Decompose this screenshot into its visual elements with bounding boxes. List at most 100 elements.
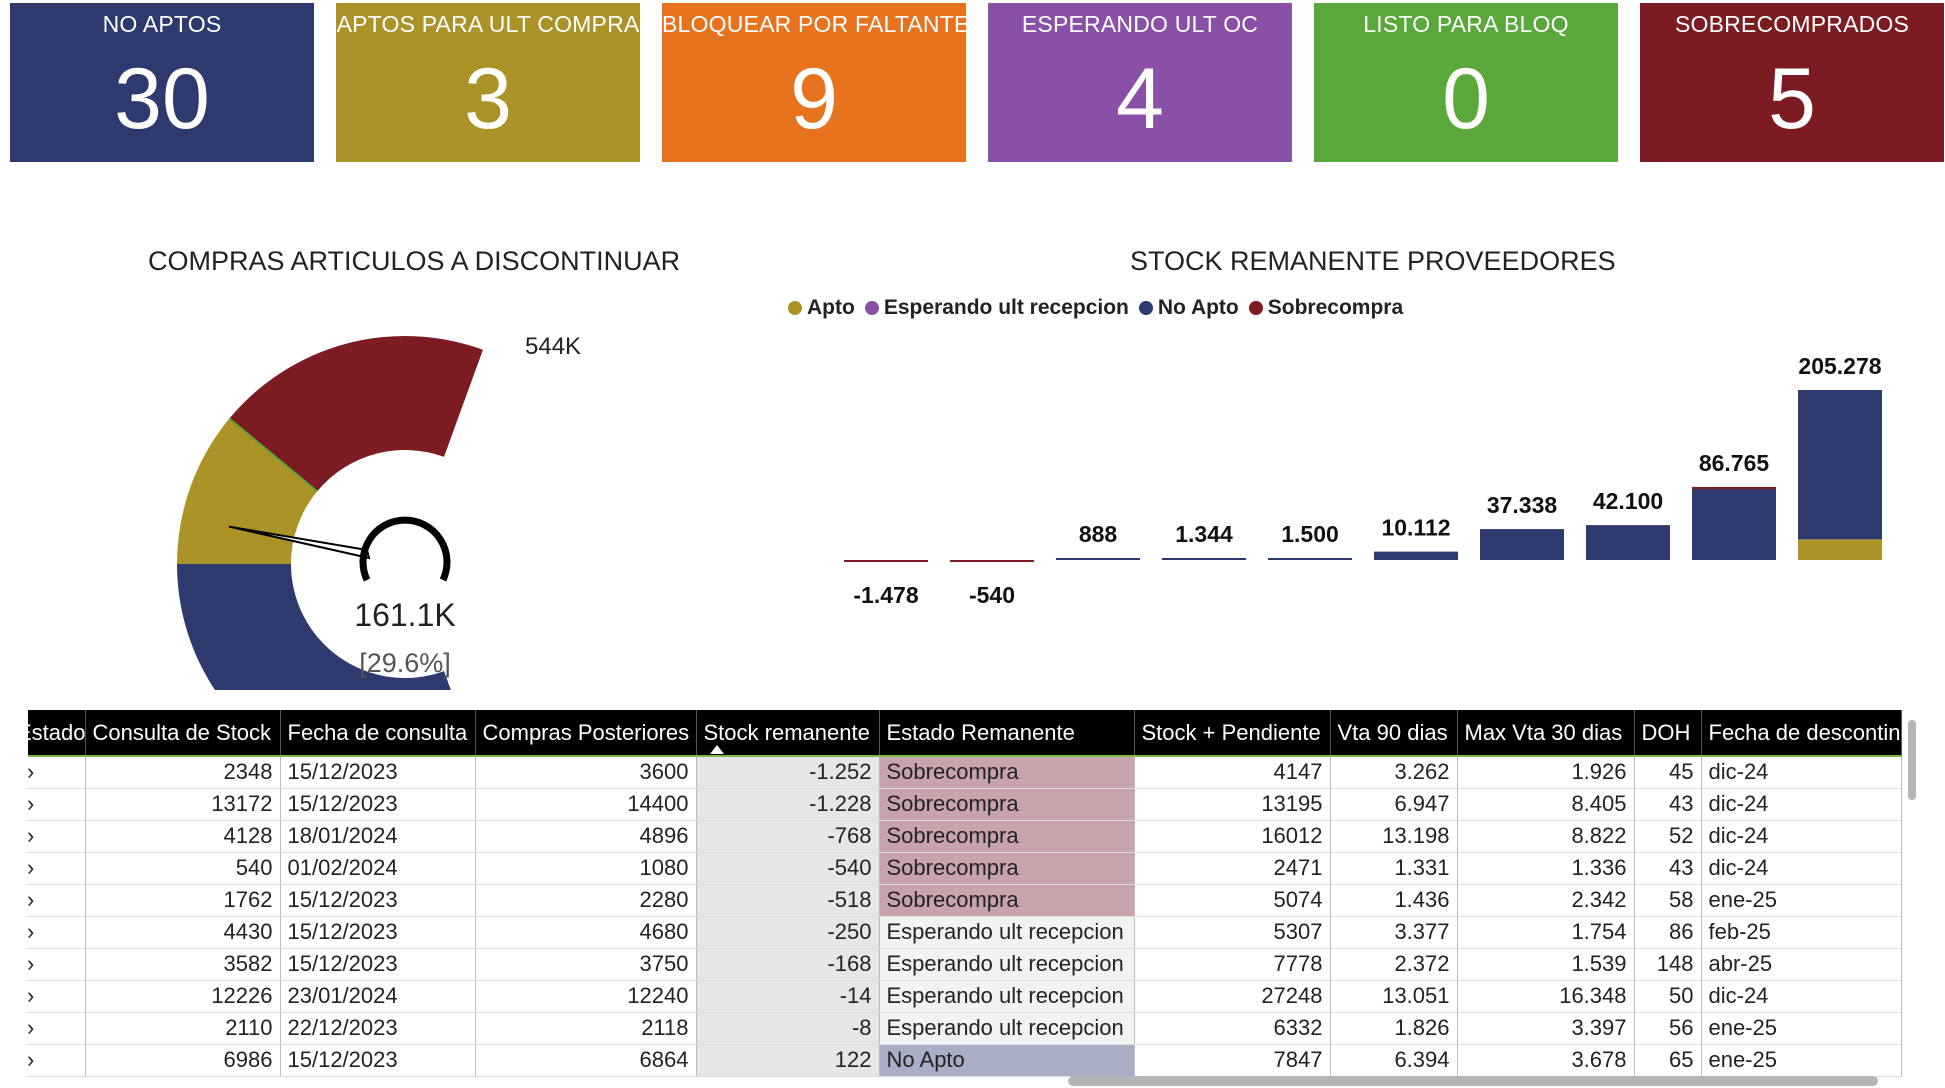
bar-segment xyxy=(1586,525,1670,560)
table-cell: 16012 xyxy=(1134,820,1331,853)
table-cell: › xyxy=(28,1044,86,1077)
bar-segment xyxy=(1268,558,1352,560)
kpi-label: NO APTOS xyxy=(102,11,222,37)
table-row[interactable]: ›1317215/12/202314400-1.228Sobrecompra13… xyxy=(28,788,1902,821)
table-cell: 7778 xyxy=(1134,948,1331,981)
kpi-value: 0 xyxy=(1442,51,1490,147)
table-cell: -518 xyxy=(696,884,880,917)
table-row[interactable]: ›412818/01/20244896-768Sobrecompra160121… xyxy=(28,820,1902,853)
table-cell: 7847 xyxy=(1134,1044,1331,1077)
stacked-bar-chart[interactable]: -1.478 -540 888 1.344 1.500 10.112 37.338 42.10… xyxy=(820,280,1900,700)
table-cell: 15/12/2023 xyxy=(280,948,476,981)
bar-segment xyxy=(1692,488,1776,560)
table-cell: 540 xyxy=(85,852,281,885)
column-header[interactable]: Estado xyxy=(28,710,86,757)
table-cell: 1.926 xyxy=(1457,756,1635,789)
table-cell: 5074 xyxy=(1134,884,1331,917)
column-header[interactable]: Fecha de consulta xyxy=(280,710,476,757)
table-cell: 4430 xyxy=(85,916,281,949)
table-cell: Sobrecompra xyxy=(879,884,1135,917)
table-cell: 2110 xyxy=(85,1012,281,1045)
kpi-value: 9 xyxy=(790,51,838,147)
table-cell: 4896 xyxy=(475,820,697,853)
table-cell: 8.405 xyxy=(1457,788,1635,821)
table-cell: 43 xyxy=(1634,852,1702,885)
table-cell: 23/01/2024 xyxy=(280,980,476,1013)
kpi-label: ESPERANDO ULT OC xyxy=(1021,11,1259,37)
table-cell: 22/12/2023 xyxy=(280,1012,476,1045)
data-label: 888 xyxy=(1079,521,1118,547)
table-row[interactable]: ›211022/12/20232118-8Esperando ult recep… xyxy=(28,1012,1902,1045)
kpi-card-esperando-ult-oc[interactable]: ESPERANDO ULT OC 4 xyxy=(988,3,1292,162)
data-label: 86.765 xyxy=(1699,450,1770,476)
kpi-card-bloquear-faltante[interactable]: BLOQUEAR POR FALTANTE 9 xyxy=(662,3,969,162)
table-cell: 6986 xyxy=(85,1044,281,1077)
table-row[interactable]: ›54001/02/20241080-540Sobrecompra24711.3… xyxy=(28,852,1902,885)
column-header[interactable]: Stock + Pendiente xyxy=(1134,710,1331,757)
bar-segment xyxy=(1480,529,1564,560)
table-cell: 2.342 xyxy=(1457,884,1635,917)
bar-segment xyxy=(1374,551,1458,560)
table-row[interactable]: ›358215/12/20233750-168Esperando ult rec… xyxy=(28,948,1902,981)
table-cell: › xyxy=(28,980,86,1013)
table-row[interactable]: ›176215/12/20232280-518Sobrecompra50741.… xyxy=(28,884,1902,917)
column-header[interactable]: DOH xyxy=(1634,710,1702,757)
bar-segment xyxy=(1798,390,1882,540)
data-label: 10.112 xyxy=(1381,515,1450,541)
table-cell: 27248 xyxy=(1134,980,1331,1013)
table-cell: 4128 xyxy=(85,820,281,853)
table-cell: › xyxy=(28,884,86,917)
sort-ascending-icon[interactable] xyxy=(710,745,724,754)
bar-segment xyxy=(1798,539,1882,560)
table-cell: Esperando ult recepcion xyxy=(879,980,1135,1013)
gauge-chart[interactable]: 544K 161.1K [29.6%] xyxy=(160,320,680,690)
table-row[interactable]: ›443015/12/20234680-250Esperando ult rec… xyxy=(28,916,1902,949)
table-cell: 2348 xyxy=(85,756,281,789)
table-row[interactable]: ›1222623/01/202412240-14Esperando ult re… xyxy=(28,980,1902,1013)
data-table[interactable]: EstadoConsulta de StockFecha de consulta… xyxy=(28,710,1923,1085)
bar-chart-title: STOCK REMANENTE PROVEEDORES xyxy=(1130,246,1616,276)
table-cell: › xyxy=(28,788,86,821)
column-header[interactable]: Estado Remanente xyxy=(879,710,1135,757)
table-cell: 3600 xyxy=(475,756,697,789)
kpi-card-no-aptos[interactable]: NO APTOS 30 xyxy=(10,3,314,162)
table-cell: 4147 xyxy=(1134,756,1331,789)
table-cell: -768 xyxy=(696,820,880,853)
kpi-card-listo-bloq[interactable]: LISTO PARA BLOQ 0 xyxy=(1314,3,1618,162)
table-cell: -168 xyxy=(696,948,880,981)
horizontal-scrollbar[interactable] xyxy=(1068,1076,1878,1086)
table-cell: 15/12/2023 xyxy=(280,916,476,949)
kpi-card-sobrecomprados[interactable]: SOBRECOMPRADOS 5 xyxy=(1640,3,1944,162)
table-cell: -250 xyxy=(696,916,880,949)
table-cell: Sobrecompra xyxy=(879,788,1135,821)
vertical-scrollbar[interactable] xyxy=(1908,720,1916,800)
column-header[interactable]: Vta 90 dias xyxy=(1330,710,1458,757)
table-cell: 6332 xyxy=(1134,1012,1331,1045)
table-cell: 16.348 xyxy=(1457,980,1635,1013)
table-cell: 1080 xyxy=(475,852,697,885)
table-cell: -540 xyxy=(696,852,880,885)
column-header[interactable]: Fecha de descontinuacion xyxy=(1701,710,1902,757)
column-header[interactable]: Max Vta 30 dias xyxy=(1457,710,1635,757)
bar-segment xyxy=(950,560,1034,562)
bar-segment xyxy=(1162,558,1246,560)
table-cell: 12240 xyxy=(475,980,697,1013)
table-cell: feb-25 xyxy=(1701,916,1902,949)
table-cell: No Apto xyxy=(879,1044,1135,1077)
table-cell: › xyxy=(28,1012,86,1045)
data-label: -540 xyxy=(969,582,1015,608)
table-cell: 3.678 xyxy=(1457,1044,1635,1077)
kpi-card-aptos-ult-compra[interactable]: APTOS PARA ULT COMPRA 3 xyxy=(336,3,640,162)
table-row[interactable]: ›698615/12/20236864122No Apto78476.3943.… xyxy=(28,1044,1902,1077)
table-cell: Esperando ult recepcion xyxy=(879,1012,1135,1045)
column-header[interactable]: Compras Posteriores xyxy=(475,710,697,757)
data-label: 37.338 xyxy=(1487,492,1558,518)
column-header[interactable]: Consulta de Stock xyxy=(85,710,281,757)
table-row[interactable]: ›234815/12/20233600-1.252Sobrecompra4147… xyxy=(28,756,1902,789)
table-cell: Sobrecompra xyxy=(879,820,1135,853)
table-cell: 15/12/2023 xyxy=(280,1044,476,1077)
data-label: 1.344 xyxy=(1175,521,1233,547)
table-cell: 2118 xyxy=(475,1012,697,1045)
table-cell: 13.198 xyxy=(1330,820,1458,853)
table-cell: 15/12/2023 xyxy=(280,884,476,917)
